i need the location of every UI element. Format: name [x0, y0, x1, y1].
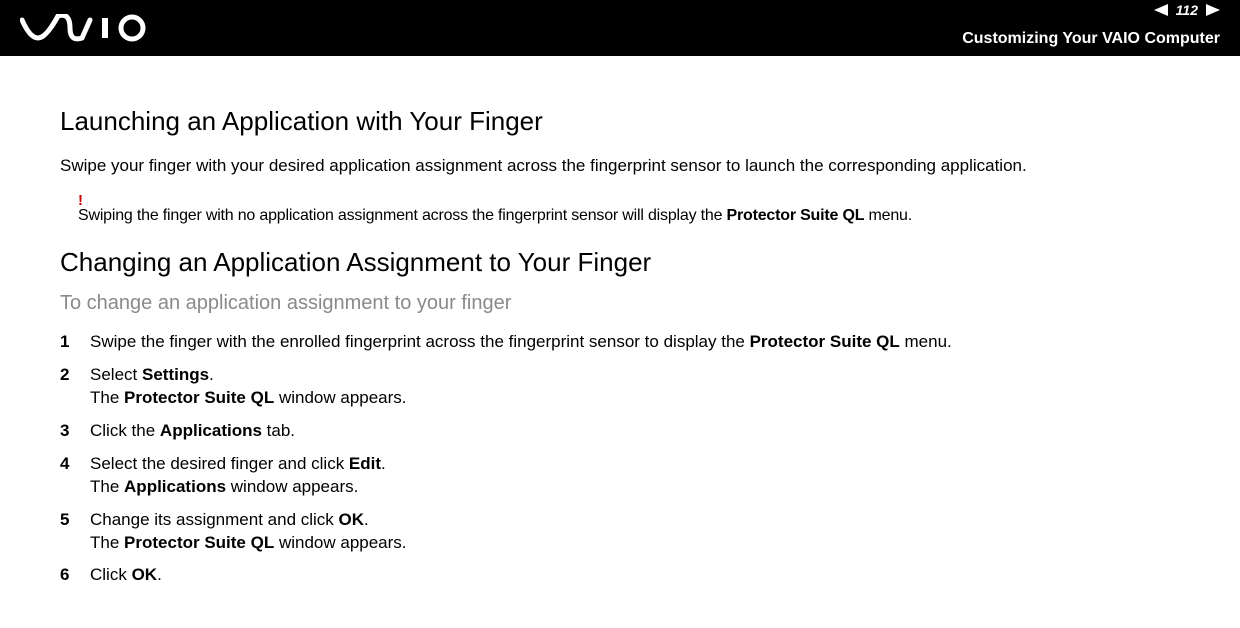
page-nav: 112: [1154, 2, 1220, 18]
vaio-logo-svg: [20, 14, 160, 42]
step-6: 6 Click OK.: [60, 564, 1180, 587]
step-2: 2 Select Settings. The Protector Suite Q…: [60, 364, 1180, 410]
page-number: 112: [1176, 2, 1198, 18]
step-number: 1: [60, 331, 90, 354]
step-number: 5: [60, 509, 90, 555]
step-number: 2: [60, 364, 90, 410]
step-3: 3 Click the Applications tab.: [60, 420, 1180, 443]
vaio-logo: [20, 14, 160, 42]
note-text: Swiping the finger with no application a…: [78, 207, 912, 224]
step-1: 1 Swipe the finger with the enrolled fin…: [60, 331, 1180, 354]
step-4: 4 Select the desired finger and click Ed…: [60, 453, 1180, 499]
step-body: Select Settings. The Protector Suite QL …: [90, 364, 1180, 410]
section1-heading: Launching an Application with Your Finge…: [60, 106, 1180, 137]
nav-prev-icon[interactable]: [1154, 4, 1168, 16]
step-number: 3: [60, 420, 90, 443]
step-body: Select the desired finger and click Edit…: [90, 453, 1180, 499]
step-number: 4: [60, 453, 90, 499]
section2-heading: Changing an Application Assignment to Yo…: [60, 247, 1180, 278]
step-number: 6: [60, 564, 90, 587]
note-block: ! Swiping the finger with no application…: [78, 192, 1180, 225]
section1-paragraph: Swipe your finger with your desired appl…: [60, 155, 1180, 178]
nav-next-icon[interactable]: [1206, 4, 1220, 16]
step-body: Click OK.: [90, 564, 1180, 587]
step-body: Click the Applications tab.: [90, 420, 1180, 443]
page-content: Launching an Application with Your Finge…: [0, 56, 1240, 617]
step-5: 5 Change its assignment and click OK. Th…: [60, 509, 1180, 555]
header-title: Customizing Your VAIO Computer: [962, 30, 1220, 48]
page-header: 112 Customizing Your VAIO Computer: [0, 0, 1240, 56]
step-body: Change its assignment and click OK. The …: [90, 509, 1180, 555]
step-body: Swipe the finger with the enrolled finge…: [90, 331, 1180, 354]
section2-subheading: To change an application assignment to y…: [60, 292, 1180, 315]
